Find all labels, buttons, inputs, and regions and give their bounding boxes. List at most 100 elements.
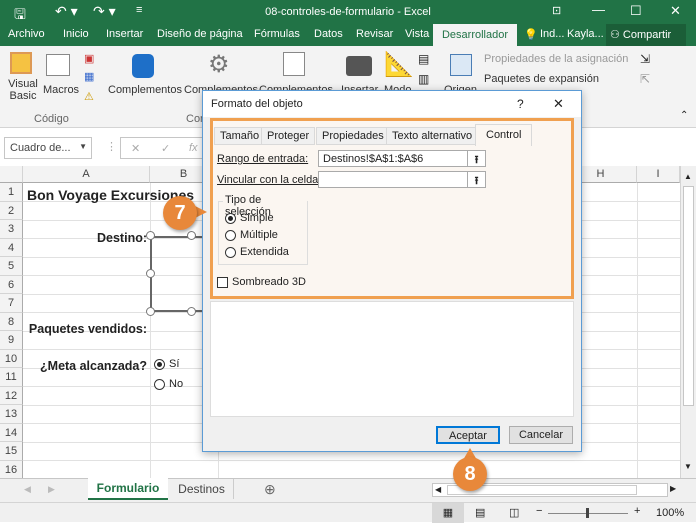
row-header-2[interactable]: 2 <box>0 201 23 220</box>
cell-link-field[interactable]: ⭱ <box>318 171 486 188</box>
input-range-field[interactable]: Destinos!$A$1:$A$6 ⭱ <box>318 150 486 167</box>
cell-a10-meta[interactable]: ¿Meta alcanzada? <box>23 359 147 373</box>
row-header-14[interactable]: 14 <box>0 423 23 442</box>
map-properties-button[interactable]: Propiedades de la asignación <box>484 53 628 65</box>
share-button[interactable]: ⚇ Compartir <box>606 24 686 46</box>
help-button[interactable]: ? <box>517 97 524 111</box>
tab-control[interactable]: Control <box>475 124 533 146</box>
scroll-down-icon[interactable]: ▼ <box>684 462 692 471</box>
user-name[interactable]: Kayla... <box>567 28 604 40</box>
dialog-title: Formato del objeto <box>211 98 303 110</box>
fx-icon[interactable]: fx <box>189 142 198 154</box>
tab-inicio[interactable]: Inicio <box>63 28 89 40</box>
row-header-4[interactable]: 4 <box>0 238 23 257</box>
next-sheet-icon[interactable]: ▶ <box>48 484 55 495</box>
complementos-button[interactable]: Complementos <box>108 84 182 96</box>
option-extended[interactable]: Extendida <box>225 246 289 258</box>
cancel-icon[interactable]: ✕ <box>131 142 140 155</box>
relative-ref-icon[interactable]: ▦ <box>84 70 94 83</box>
expansion-packs-button[interactable]: Paquetes de expansión <box>484 73 599 85</box>
zoom-level[interactable]: 100% <box>656 507 684 519</box>
macro-security-icon[interactable]: ⚠ <box>84 90 94 103</box>
row-header-13[interactable]: 13 <box>0 405 23 424</box>
tell-me-box[interactable]: Ind... <box>540 28 564 40</box>
tab-propiedades[interactable]: Propiedades <box>316 127 390 145</box>
maximize-icon[interactable]: ☐ <box>630 3 642 19</box>
cell-a8-paquetes[interactable]: Paquetes vendidos: <box>23 322 147 336</box>
view-code-icon[interactable]: ▥ <box>418 72 429 86</box>
cell-a3-destino[interactable]: Destino: <box>23 231 147 245</box>
zoom-slider-thumb[interactable] <box>586 508 589 518</box>
dialog-close-icon[interactable]: ✕ <box>553 96 564 112</box>
macros-button[interactable]: Macros <box>43 84 79 96</box>
tab-texto-alternativo[interactable]: Texto alternativo <box>386 127 479 145</box>
export-icon[interactable]: ⇱ <box>640 72 650 86</box>
ok-button[interactable]: Aceptar <box>436 426 500 444</box>
scroll-left-icon[interactable]: ◀ <box>435 485 441 494</box>
collapse-ribbon-icon[interactable]: ⌃ <box>680 110 688 121</box>
row-header-15[interactable]: 15 <box>0 442 23 461</box>
shading-3d-checkbox[interactable]: Sombreado 3D <box>217 276 306 288</box>
tab-formulas[interactable]: Fórmulas <box>254 28 300 40</box>
page-layout-icon[interactable]: ▤ <box>475 506 485 519</box>
tab-diseno[interactable]: Diseño de página <box>157 28 243 40</box>
list-box-control[interactable] <box>150 236 210 312</box>
option-simple[interactable]: Simple <box>225 212 274 224</box>
resize-handle[interactable] <box>146 231 155 240</box>
resize-handle[interactable] <box>146 307 155 316</box>
row-header-11[interactable]: 11 <box>0 368 23 387</box>
tab-archivo[interactable]: Archivo <box>8 28 45 40</box>
add-sheet-icon[interactable]: ⊕ <box>264 481 276 498</box>
scroll-thumb[interactable] <box>683 186 694 406</box>
resize-handle[interactable] <box>187 231 196 240</box>
properties-icon[interactable]: ▤ <box>418 52 429 66</box>
row-header-3[interactable]: 3 <box>0 220 23 239</box>
row-header-9[interactable]: 9 <box>0 331 23 350</box>
zoom-in-icon[interactable]: + <box>634 505 640 517</box>
scroll-right-icon[interactable]: ▶ <box>670 484 676 493</box>
tab-vista[interactable]: Vista <box>405 28 429 40</box>
option-multiple[interactable]: Múltiple <box>225 229 278 241</box>
row-header-6[interactable]: 6 <box>0 275 23 294</box>
row-header-1[interactable]: 1 <box>0 183 23 202</box>
vertical-scrollbar[interactable]: ▲ ▼ <box>680 166 696 478</box>
resize-handle[interactable] <box>146 269 155 278</box>
radio-si[interactable]: Sí <box>154 358 179 370</box>
visual-basic-button[interactable]: Visual Basic <box>8 78 38 102</box>
cancel-button[interactable]: Cancelar <box>509 426 573 444</box>
sheet-tab-destinos[interactable]: Destinos <box>170 479 234 499</box>
tab-proteger[interactable]: Proteger <box>261 127 316 145</box>
zoom-out-icon[interactable]: − <box>536 505 542 517</box>
column-header-i[interactable]: I <box>637 166 680 183</box>
normal-view-icon[interactable]: ▦ <box>432 503 464 523</box>
scroll-up-icon[interactable]: ▲ <box>684 172 692 181</box>
tab-desarrollador[interactable]: Desarrollador <box>433 24 517 46</box>
radio-si-icon <box>154 358 165 370</box>
sheet-tab-formulario[interactable]: Formulario <box>88 478 168 500</box>
collapse-range-icon[interactable]: ⭱ <box>467 172 485 187</box>
row-header-12[interactable]: 12 <box>0 386 23 405</box>
row-header-7[interactable]: 7 <box>0 294 23 313</box>
enter-icon[interactable]: ✓ <box>161 142 170 155</box>
row-header-8[interactable]: 8 <box>0 312 23 331</box>
tab-revisar[interactable]: Revisar <box>356 28 393 40</box>
tab-insertar[interactable]: Insertar <box>106 28 143 40</box>
prev-sheet-icon[interactable]: ◀ <box>24 484 31 495</box>
close-icon[interactable]: ✕ <box>670 3 681 19</box>
tab-datos[interactable]: Datos <box>314 28 343 40</box>
select-all[interactable] <box>0 166 23 183</box>
row-header-16[interactable]: 16 <box>0 460 23 479</box>
record-macro-icon[interactable]: ▣ <box>84 52 94 65</box>
minimize-icon[interactable]: — <box>592 2 605 17</box>
ribbon-display-icon[interactable]: ⊡ <box>552 4 561 17</box>
page-break-icon[interactable]: ◫ <box>509 506 519 519</box>
import-icon[interactable]: ⇲ <box>640 52 650 66</box>
radio-no[interactable]: No <box>154 378 183 390</box>
collapse-range-icon[interactable]: ⭱ <box>467 151 485 166</box>
row-header-10[interactable]: 10 <box>0 349 23 368</box>
row-header-5[interactable]: 5 <box>0 257 23 276</box>
resize-handle[interactable] <box>187 307 196 316</box>
name-box[interactable]: Cuadro de... ▼ <box>4 137 92 159</box>
column-header-a[interactable]: A <box>23 166 150 183</box>
tab-tamano[interactable]: Tamaño <box>214 127 266 145</box>
